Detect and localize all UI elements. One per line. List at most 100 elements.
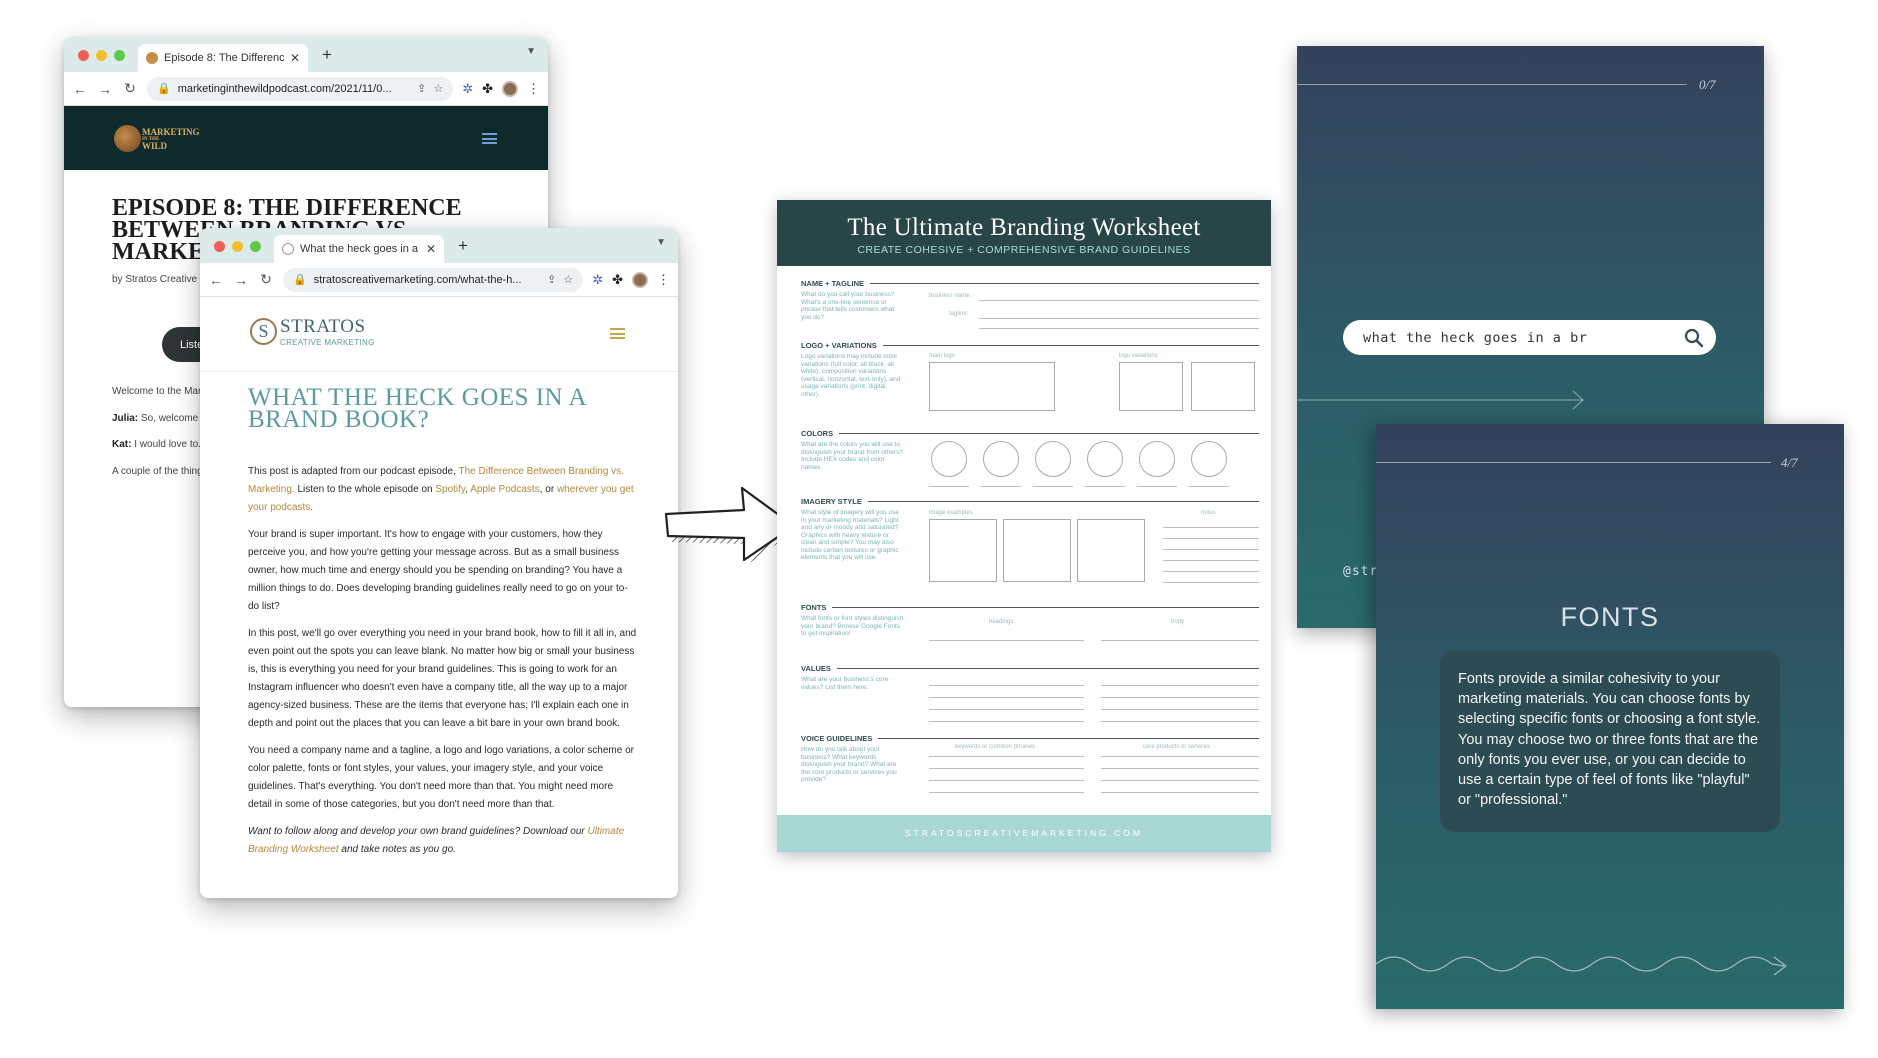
section-colors: COLORS What are the colors you will use …	[801, 429, 1259, 494]
section-title: NAME + TAGLINE	[801, 279, 1259, 288]
field-line	[929, 780, 1084, 781]
field-line	[1101, 780, 1259, 781]
browser-tab[interactable]: What the heck goes in a brand ✕	[274, 235, 444, 263]
extensions-puzzle-icon[interactable]: ✤	[612, 272, 623, 288]
chevron-down-icon[interactable]: ▼	[526, 46, 536, 57]
apple-podcasts-link[interactable]: Apple Podcasts	[470, 484, 540, 495]
reload-button[interactable]: ↻	[122, 80, 138, 97]
main-logo-box	[929, 362, 1055, 411]
field-line	[1101, 697, 1259, 698]
url-text: stratoscreativemarketing.com/what-the-h.…	[313, 273, 522, 286]
wave-arrow-icon	[1376, 956, 1787, 976]
field-line	[929, 640, 1084, 641]
podcast-favicon-icon	[146, 52, 158, 64]
color-swatch-circle	[1035, 441, 1071, 477]
maximize-window-button[interactable]	[114, 50, 125, 61]
color-name-line	[1033, 486, 1073, 487]
slide-rule	[1297, 84, 1687, 85]
worksheet-subtitle: CREATE COHESIVE + COMPREHENSIVE BRAND GU…	[857, 244, 1191, 256]
extensions-puzzle-icon[interactable]: ✤	[482, 81, 493, 97]
color-swatch-circle	[931, 441, 967, 477]
worksheet-title: The Ultimate Branding Worksheet	[847, 214, 1201, 241]
field-label: core products or services	[1143, 744, 1211, 750]
slide-body-card: Fonts provide a similar cohesivity to yo…	[1440, 651, 1780, 832]
close-window-button[interactable]	[214, 241, 225, 252]
image-example-box	[1003, 519, 1071, 582]
forward-button[interactable]: →	[233, 272, 249, 288]
new-tab-button[interactable]: +	[322, 45, 332, 65]
maximize-window-button[interactable]	[250, 241, 261, 252]
field-label: image examples	[929, 510, 973, 516]
section-description: What do you call your business? What's a…	[801, 291, 895, 321]
social-handle: @str	[1343, 564, 1379, 579]
image-example-box	[929, 519, 997, 582]
notes-line	[1163, 549, 1259, 550]
spotify-link[interactable]: Spotify	[435, 484, 465, 495]
tab-title: What the heck goes in a brand	[300, 243, 420, 255]
color-swatch-circle	[1191, 441, 1227, 477]
minimize-window-button[interactable]	[96, 50, 107, 61]
section-title: FONTS	[801, 603, 1259, 612]
post-paragraph: You need a company name and a tagline, a…	[248, 745, 634, 810]
address-bar[interactable]: 🔒 marketinginthewildpodcast.com/2021/11/…	[147, 76, 454, 101]
lock-icon: 🔒	[157, 83, 171, 95]
color-name-line	[929, 486, 969, 487]
profile-avatar[interactable]	[632, 271, 648, 288]
menu-hamburger-icon[interactable]	[482, 133, 497, 144]
extension-gear-icon[interactable]: ✲	[592, 272, 603, 288]
podcast-logo-text[interactable]: MARKETING IN THE WILD	[142, 128, 200, 151]
browser-menu-icon[interactable]: ⋮	[657, 272, 670, 288]
menu-hamburger-icon[interactable]	[610, 328, 625, 339]
tab-title: Episode 8: The Difference Bet	[164, 52, 284, 64]
bookmark-star-icon[interactable]: ☆	[563, 273, 573, 286]
back-button[interactable]: ←	[208, 272, 224, 288]
forward-button[interactable]: →	[97, 81, 113, 97]
close-tab-icon[interactable]: ✕	[426, 242, 436, 256]
text-run: and take notes as you go.	[338, 844, 456, 855]
text-run: .	[310, 502, 314, 513]
close-tab-icon[interactable]: ✕	[290, 51, 300, 65]
branding-worksheet: The Ultimate Branding Worksheet CREATE C…	[777, 200, 1271, 852]
section-description: What are the colors you will use to dist…	[801, 441, 903, 471]
podcast-logo-icon[interactable]	[114, 125, 141, 152]
slide-title: FONTS	[1560, 602, 1660, 632]
bookmark-star-icon[interactable]: ☆	[433, 82, 443, 95]
field-line	[979, 328, 1259, 329]
field-label: business name:	[929, 293, 972, 299]
search-bar[interactable]: what the heck goes in a br	[1343, 320, 1716, 355]
globe-favicon-icon	[282, 243, 294, 255]
close-window-button[interactable]	[78, 50, 89, 61]
search-icon[interactable]	[1684, 328, 1704, 348]
address-bar[interactable]: 🔒 stratoscreativemarketing.com/what-the-…	[283, 267, 584, 292]
stratos-logo-name[interactable]: STRATOS	[280, 316, 366, 338]
field-line	[1101, 756, 1259, 757]
color-swatch-circle	[1087, 441, 1123, 477]
back-button[interactable]: ←	[72, 81, 88, 97]
browser-tab[interactable]: Episode 8: The Difference Bet ✕	[138, 44, 308, 72]
tab-bar: What the heck goes in a brand ✕ + ▼	[200, 228, 678, 263]
profile-avatar[interactable]	[502, 80, 518, 97]
field-label: keywords or common phrases	[955, 744, 1036, 750]
text-run: Want to follow along and develop your ow…	[248, 826, 588, 837]
extension-gear-icon[interactable]: ✲	[462, 81, 473, 97]
reload-button[interactable]: ↻	[258, 271, 274, 288]
chevron-down-icon[interactable]: ▼	[656, 237, 666, 248]
notes-line	[1163, 527, 1259, 528]
minimize-window-button[interactable]	[232, 241, 243, 252]
text-run: , or	[539, 484, 557, 495]
browser-toolbar: ← → ↻ 🔒 stratoscreativemarketing.com/wha…	[200, 263, 678, 297]
image-example-box	[1077, 519, 1145, 582]
section-description: What style of imagery will you use in yo…	[801, 509, 899, 561]
field-line	[929, 792, 1084, 793]
section-description: What fonts or font styles distinguish yo…	[801, 615, 904, 637]
carousel-slide-fonts: 4/7 FONTS Fonts provide a similar cohesi…	[1376, 424, 1844, 1009]
url-text: marketinginthewildpodcast.com/2021/11/0.…	[177, 82, 392, 95]
share-icon[interactable]: ⇪	[547, 273, 556, 286]
share-icon[interactable]: ⇪	[417, 82, 426, 95]
window-controls	[214, 241, 261, 252]
new-tab-button[interactable]: +	[458, 236, 468, 256]
field-label: body	[1171, 619, 1185, 625]
color-swatch-circle	[983, 441, 1019, 477]
stratos-logo-icon[interactable]: S	[250, 318, 277, 345]
browser-menu-icon[interactable]: ⋮	[527, 81, 540, 97]
